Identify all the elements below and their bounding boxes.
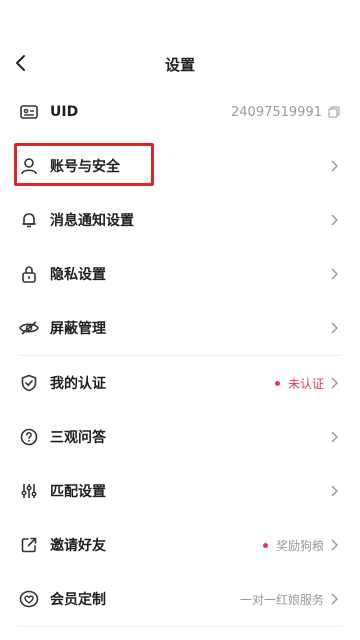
chevron-right-icon	[330, 592, 340, 606]
uid-value-group: 24097519991	[231, 105, 340, 120]
id-card-icon	[18, 101, 40, 123]
settings-item-values-qa[interactable]: 三观问答	[0, 410, 360, 464]
chevron-right-icon	[330, 159, 340, 173]
chevron-right-icon	[330, 430, 340, 444]
heart-icon	[18, 588, 40, 610]
reward-text: 奖励狗粮	[275, 538, 324, 553]
settings-item-label: 邀请好友	[50, 538, 106, 554]
uid-value: 24097519991	[231, 104, 322, 120]
chevron-right-icon	[330, 538, 340, 552]
eye-off-icon	[18, 317, 40, 339]
settings-item-label: 消息通知设置	[50, 213, 134, 229]
header: 设置	[0, 0, 360, 90]
settings-item-invite-friends[interactable]: 邀请好友 奖励狗粮	[0, 518, 360, 572]
settings-item-privacy[interactable]: 隐私设置	[0, 247, 360, 301]
settings-item-match[interactable]: 匹配设置	[0, 464, 360, 518]
share-icon	[18, 534, 40, 556]
shield-check-icon	[18, 372, 40, 394]
status-dot	[274, 380, 280, 386]
settings-item-label: 匹配设置	[50, 484, 106, 500]
settings-item-label: 会员定制	[50, 592, 106, 608]
sliders-icon	[18, 480, 40, 502]
settings-item-label: 三观问答	[50, 430, 106, 446]
copy-button[interactable]	[328, 106, 340, 118]
settings-item-label: 我的认证	[50, 376, 106, 392]
highlight-annotation	[14, 143, 154, 186]
bell-icon	[18, 209, 40, 231]
settings-item-label: 隐私设置	[50, 267, 106, 283]
settings-item-membership[interactable]: 会员定制 一对一红娘服务	[0, 572, 360, 626]
settings-item-block-management[interactable]: 屏蔽管理	[0, 301, 360, 355]
page-title: 设置	[164, 56, 195, 74]
chevron-right-icon	[330, 484, 340, 498]
copy-icon	[328, 106, 340, 118]
settings-item-verification[interactable]: 我的认证 未认证	[0, 356, 360, 410]
chevron-right-icon	[330, 376, 340, 390]
divider	[18, 626, 342, 627]
settings-item-label: 屏蔽管理	[50, 321, 106, 337]
status-dot	[262, 542, 268, 548]
lock-icon	[18, 263, 40, 285]
status-badge: 未认证	[287, 376, 324, 391]
question-icon	[18, 426, 40, 448]
uid-label: UID	[50, 104, 79, 120]
settings-item-notifications[interactable]: 消息通知设置	[0, 193, 360, 247]
uid-row: UID 24097519991	[0, 85, 360, 139]
chevron-right-icon	[330, 321, 340, 335]
membership-subtitle: 一对一红娘服务	[239, 592, 324, 607]
chevron-right-icon	[330, 213, 340, 227]
chevron-right-icon	[330, 267, 340, 281]
